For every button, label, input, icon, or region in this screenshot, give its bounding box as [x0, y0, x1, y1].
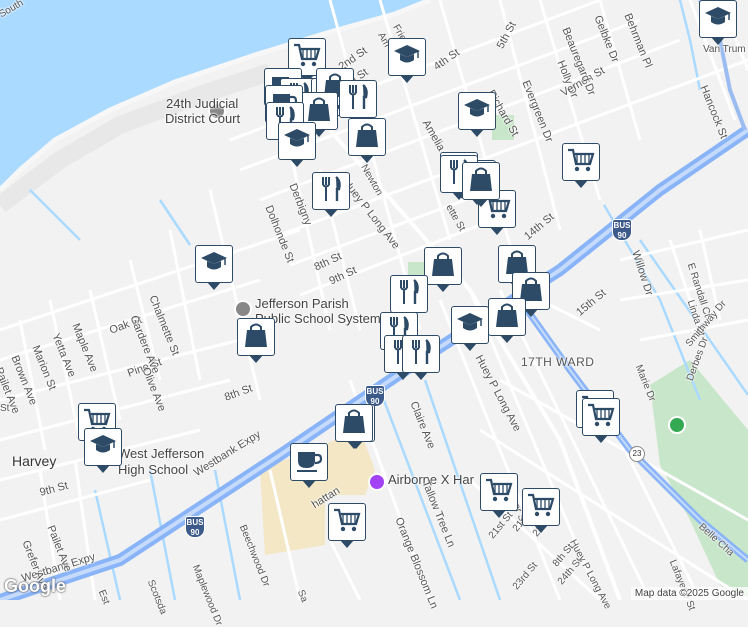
map-marker-grad[interactable] — [278, 122, 316, 167]
map-marker-cart[interactable] — [328, 503, 366, 548]
airborne-poi-icon[interactable] — [368, 473, 386, 491]
map-marker-bag[interactable] — [488, 298, 526, 343]
label-wjhs-2: High School — [118, 462, 189, 477]
bus-90-shield: BUS 90 — [185, 516, 205, 538]
shopping-cart-icon — [484, 476, 514, 509]
shopping-cart-icon — [586, 401, 616, 434]
shopping-bag-icon — [339, 407, 369, 440]
google-logo: Google — [4, 576, 66, 596]
map-marker-grad[interactable] — [195, 245, 233, 290]
school-icon — [462, 95, 492, 128]
school-system-poi-icon[interactable] — [234, 300, 252, 318]
map-marker-bag[interactable] — [462, 162, 500, 207]
label-van-trump: Van Trum — [703, 44, 746, 55]
label-district-court: District Court — [165, 111, 241, 126]
map-marker-cart[interactable] — [582, 398, 620, 443]
map-marker-fork[interactable] — [312, 172, 350, 217]
route-23-shield: 23 — [629, 446, 645, 462]
shopping-bag-icon — [428, 250, 458, 283]
restaurant-icon — [316, 175, 346, 208]
label-jpps-1: Jefferson Parish — [255, 296, 349, 311]
map-marker-grad[interactable] — [388, 38, 426, 83]
map-marker-fork[interactable] — [339, 80, 377, 125]
map-marker-grad[interactable] — [699, 0, 737, 45]
map-marker-bag[interactable] — [424, 247, 462, 292]
park-poi-icon[interactable] — [668, 416, 686, 434]
school-icon — [703, 3, 733, 36]
map-marker-fork[interactable] — [402, 335, 440, 380]
map-marker-cup[interactable] — [290, 443, 328, 488]
shopping-bag-icon — [352, 121, 382, 154]
label-24th-judicial: 24th Judicial — [166, 96, 239, 111]
shopping-cart-icon — [566, 146, 596, 179]
coffee-cup-icon — [294, 446, 324, 479]
restaurant-icon — [343, 83, 373, 116]
label-17th-ward: 17TH WARD — [521, 355, 595, 369]
map-marker-bag[interactable] — [335, 404, 373, 449]
map-marker-bag[interactable] — [237, 318, 275, 363]
school-icon — [455, 309, 485, 342]
map-marker-grad[interactable] — [451, 306, 489, 351]
street-st: St — [0, 403, 10, 414]
map-marker-cart[interactable] — [522, 488, 560, 533]
restaurant-icon — [394, 278, 424, 311]
shopping-cart-icon — [332, 506, 362, 539]
shopping-bag-icon — [466, 165, 496, 198]
map-marker-grad[interactable] — [458, 92, 496, 137]
map-marker-grad[interactable] — [84, 428, 122, 473]
bus-90-shield: BUS 90 — [612, 219, 632, 241]
shopping-bag-icon — [492, 301, 522, 334]
map-marker-cart[interactable] — [480, 473, 518, 518]
map-data-credit[interactable]: Map data ©2025 Google — [630, 587, 748, 600]
shopping-cart-icon — [526, 491, 556, 524]
school-icon — [88, 431, 118, 464]
shopping-bag-icon — [241, 321, 271, 354]
map-marker-bag[interactable] — [348, 118, 386, 163]
map-marker-fork[interactable] — [390, 275, 428, 320]
school-icon — [282, 125, 312, 158]
label-harvey: Harvey — [12, 453, 57, 469]
map-marker-cart[interactable] — [562, 143, 600, 188]
school-icon — [199, 248, 229, 281]
restaurant-icon — [406, 338, 436, 371]
label-wjhs-1: West Jefferson — [118, 446, 205, 461]
school-icon — [392, 41, 422, 74]
